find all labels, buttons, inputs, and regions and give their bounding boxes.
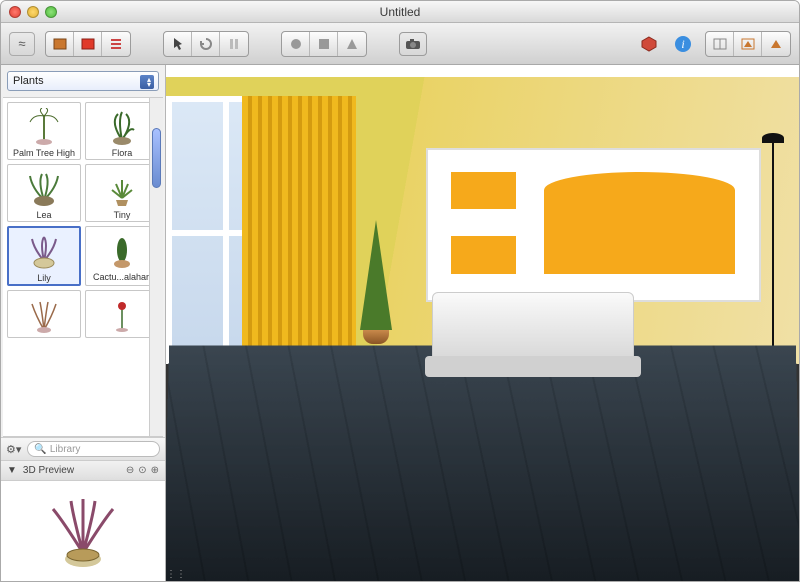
pan-icon[interactable] [220,32,248,56]
scrollbar-thumb[interactable] [152,128,161,188]
resize-handle-icon[interactable]: ⋮⋮ [166,569,176,579]
pointer-icon[interactable] [164,32,192,56]
layout-2d-icon[interactable] [706,32,734,56]
preview-pane[interactable] [1,481,165,581]
square-icon[interactable] [310,32,338,56]
item-label: Tiny [88,210,156,220]
item-label: Cactu...alahari [88,272,156,282]
library-item[interactable]: Tiny [85,164,159,222]
3d-viewport[interactable]: ⋮⋮ [166,65,799,581]
search-icon: 🔍 [34,444,46,455]
zoom-reset-icon[interactable]: ⊙ [138,465,146,476]
item-label: Lily [11,273,77,283]
category-dropdown[interactable]: Plants ▴▾ [7,71,159,91]
sidebar: Plants ▴▾ Palm Tree High Flora Lea Tiny Lily… [1,65,166,581]
scene-floor-lamp [772,137,774,364]
library-item[interactable]: Palm Tree High [7,102,81,160]
scene-curtain [242,96,356,354]
zoom-out-icon[interactable]: ⊖ [126,465,134,476]
library-item[interactable]: Flora [85,102,159,160]
layout-3d-icon[interactable] [762,32,790,56]
tool-group [163,31,249,57]
app-window: Untitled ≈ i [0,0,800,582]
titlebar: Untitled [1,1,799,23]
plant-icon [98,106,146,146]
gear-icon[interactable]: ⚙︎▾ [6,443,21,456]
library-icon[interactable] [46,32,74,56]
color-icon[interactable] [74,32,102,56]
content-area: Plants ▴▾ Palm Tree High Flora Lea Tiny Lily… [1,65,799,581]
plant-icon [98,294,146,334]
library-item[interactable]: Cactu...alahari [85,226,159,286]
item-label: Flora [88,148,156,158]
scene-floor [166,345,799,581]
plant-icon [20,231,68,271]
library-scrollbar[interactable] [149,98,163,436]
view-mode-group [705,31,791,57]
library-mode-group [45,31,131,57]
triangle-icon[interactable] [338,32,366,56]
preview-title: 3D Preview [23,465,74,476]
plant-icon [20,294,68,334]
library-item[interactable] [7,290,81,338]
plant-icon [98,168,146,208]
info-icon[interactable]: i [671,32,695,56]
preview-header: ▼ 3D Preview ⊖ ⊙ ⊕ [1,461,165,481]
svg-text:i: i [681,37,684,51]
link-icon[interactable]: ≈ [9,32,35,56]
circle-icon[interactable] [282,32,310,56]
search-input[interactable]: 🔍 Library [27,441,160,457]
rotate-icon[interactable] [192,32,220,56]
list-icon[interactable] [102,32,130,56]
disclosure-icon[interactable]: ▼ [7,465,17,476]
preview-plant-icon [43,491,123,571]
camera-icon[interactable] [399,32,427,56]
library-item[interactable]: Lea [7,164,81,222]
layout-split-icon[interactable] [734,32,762,56]
shape-group [281,31,367,57]
scene-shelf-unit [426,148,761,303]
library-grid[interactable]: Palm Tree High Flora Lea Tiny Lily Cactu...al… [3,97,163,437]
toolbar: ≈ i [1,23,799,65]
scene-plant [356,220,396,350]
chevron-updown-icon: ▴▾ [147,77,151,87]
library-footer: ⚙︎▾ 🔍 Library [1,437,165,461]
scene-sofa [432,292,635,364]
item-label: Lea [10,210,78,220]
zoom-in-icon[interactable]: ⊕ [151,465,159,476]
window-title: Untitled [1,5,799,19]
category-label: Plants [13,75,44,87]
plant-icon [20,106,68,146]
library-item[interactable]: Lily [7,226,81,286]
search-placeholder: Library [50,444,81,455]
item-label: Palm Tree High [10,148,78,158]
plant-icon [20,168,68,208]
library-item[interactable] [85,290,159,338]
plant-icon [98,230,146,270]
package-icon[interactable] [637,32,661,56]
